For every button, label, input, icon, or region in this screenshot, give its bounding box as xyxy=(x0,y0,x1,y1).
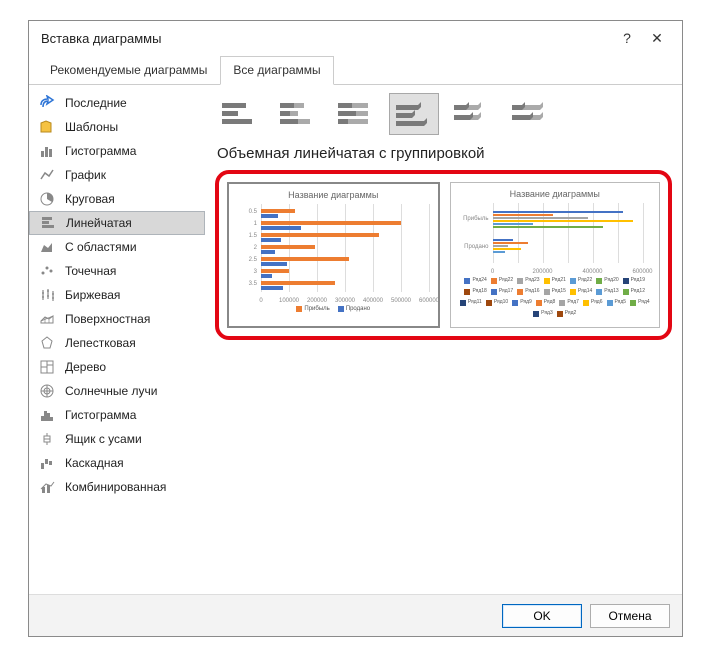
waterfall-chart-icon xyxy=(39,455,57,471)
sidebar-item-boxwhisker[interactable]: Ящик с усами xyxy=(29,427,205,451)
cancel-button[interactable]: Отмена xyxy=(590,604,670,628)
sidebar-item-combo[interactable]: Комбинированная xyxy=(29,475,205,499)
pie-chart-icon xyxy=(39,191,57,207)
subtype-clustered-bar[interactable] xyxy=(215,93,265,135)
subtype-row xyxy=(215,93,672,135)
chart-category-sidebar: Последние Шаблоны Гистограмма График Кру… xyxy=(29,85,205,593)
sidebar-item-templates[interactable]: Шаблоны xyxy=(29,115,205,139)
recent-icon xyxy=(39,95,57,111)
sidebar-item-label: Линейчатая xyxy=(66,216,132,230)
scatter-chart-icon xyxy=(39,263,57,279)
templates-icon xyxy=(39,119,57,135)
tab-strip: Рекомендуемые диаграммы Все диаграммы xyxy=(29,55,682,85)
sidebar-item-label: Точечная xyxy=(65,264,116,278)
sidebar-item-label: Комбинированная xyxy=(65,480,166,494)
sidebar-item-pie[interactable]: Круговая xyxy=(29,187,205,211)
help-button[interactable]: ? xyxy=(612,30,642,46)
sidebar-item-label: Гистограмма xyxy=(65,144,136,158)
sidebar-item-radar[interactable]: Лепестковая xyxy=(29,331,205,355)
boxwhisker-chart-icon xyxy=(39,431,57,447)
bar-chart-icon xyxy=(40,215,58,231)
preview-legend-2: Ряд24Ряд22Ряд23Ряд21Ряд22Ряд20Ряд19Ряд18… xyxy=(459,277,652,317)
sidebar-item-label: Круговая xyxy=(65,192,115,206)
close-button[interactable]: ✕ xyxy=(642,30,672,47)
sidebar-item-bar[interactable]: Линейчатая xyxy=(29,211,205,235)
column-chart-icon xyxy=(39,143,57,159)
sidebar-item-label: Биржевая xyxy=(65,288,120,302)
chart-area-2: Прибыль Продано xyxy=(463,203,648,275)
sidebar-item-label: Дерево xyxy=(65,360,106,374)
sidebar-item-label: Последние xyxy=(65,96,127,110)
stock-chart-icon xyxy=(39,287,57,303)
sidebar-item-surface[interactable]: Поверхностная xyxy=(29,307,205,331)
sidebar-item-label: С областями xyxy=(65,240,137,254)
area-chart-icon xyxy=(39,239,57,255)
preview-title: Название диаграммы xyxy=(237,190,430,200)
tab-all[interactable]: Все диаграммы xyxy=(220,56,333,85)
sunburst-chart-icon xyxy=(39,383,57,399)
tab-recommended[interactable]: Рекомендуемые диаграммы xyxy=(37,56,220,85)
sidebar-item-label: Гистограмма xyxy=(65,408,136,422)
treemap-chart-icon xyxy=(39,359,57,375)
sidebar-item-label: Шаблоны xyxy=(65,120,118,134)
sidebar-item-scatter[interactable]: Точечная xyxy=(29,259,205,283)
titlebar: Вставка диаграммы ? ✕ xyxy=(29,21,682,55)
sidebar-item-sunburst[interactable]: Солнечные лучи xyxy=(29,379,205,403)
subtype-3d-clustered-bar[interactable] xyxy=(389,93,439,135)
sidebar-item-area[interactable]: С областями xyxy=(29,235,205,259)
surface-chart-icon xyxy=(39,311,57,327)
subtype-stacked-bar[interactable] xyxy=(273,93,323,135)
preview-legend-1: Прибыль Продано xyxy=(237,306,430,312)
sidebar-item-line[interactable]: График xyxy=(29,163,205,187)
sidebar-item-label: Солнечные лучи xyxy=(65,384,157,398)
subtype-3d-stacked-bar[interactable] xyxy=(447,93,497,135)
chart-preview-1[interactable]: Название диаграммы 0.5 1 1.5 2 2.5 3 3.5 xyxy=(227,182,440,328)
line-chart-icon xyxy=(39,167,57,183)
ok-button[interactable]: OK xyxy=(502,604,582,628)
subtype-3d-100stacked-bar[interactable] xyxy=(505,93,555,135)
sidebar-item-label: Лепестковая xyxy=(65,336,136,350)
preview-title: Название диаграммы xyxy=(459,189,652,199)
subtype-title: Объемная линейчатая с группировкой xyxy=(215,145,672,162)
dialog-footer: OK Отмена xyxy=(29,594,682,636)
sidebar-item-column[interactable]: Гистограмма xyxy=(29,139,205,163)
insert-chart-dialog: Вставка диаграммы ? ✕ Рекомендуемые диаг… xyxy=(28,20,683,637)
chart-area-1: 0.5 1 1.5 2 2.5 3 3.5 0 xyxy=(241,204,426,304)
sidebar-item-treemap[interactable]: Дерево xyxy=(29,355,205,379)
subtype-100stacked-bar[interactable] xyxy=(331,93,381,135)
sidebar-item-stock[interactable]: Биржевая xyxy=(29,283,205,307)
chart-preview-2[interactable]: Название диаграммы Прибыль Продано xyxy=(450,182,661,328)
combo-chart-icon xyxy=(39,479,57,495)
sidebar-item-recent[interactable]: Последние xyxy=(29,91,205,115)
chart-content: Объемная линейчатая с группировкой Назва… xyxy=(205,85,682,593)
preview-row: Название диаграммы 0.5 1 1.5 2 2.5 3 3.5 xyxy=(215,170,672,340)
histogram-chart-icon xyxy=(39,407,57,423)
sidebar-item-label: Ящик с усами xyxy=(65,432,142,446)
radar-chart-icon xyxy=(39,335,57,351)
sidebar-item-label: График xyxy=(65,168,106,182)
sidebar-item-histogram[interactable]: Гистограмма xyxy=(29,403,205,427)
sidebar-item-label: Поверхностная xyxy=(65,312,150,326)
sidebar-item-waterfall[interactable]: Каскадная xyxy=(29,451,205,475)
sidebar-item-label: Каскадная xyxy=(65,456,124,470)
dialog-title: Вставка диаграммы xyxy=(41,31,161,46)
